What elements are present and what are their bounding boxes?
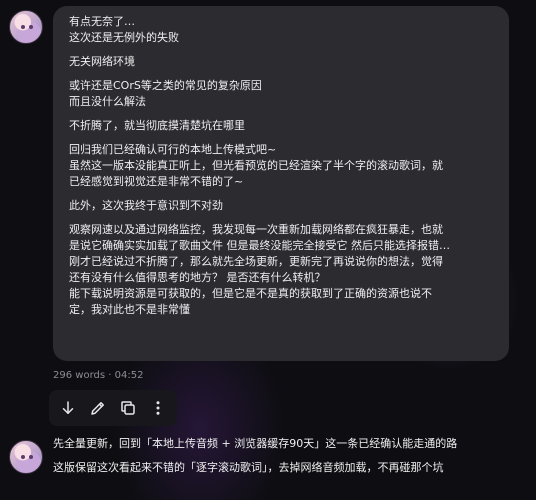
message-line: 定，我对此也不是非常懂 (69, 303, 190, 316)
message-paragraph: 回归我们已经确认可行的本地上传模式吧~ 虽然这一版本没能真正听上，但光看预览的已… (69, 142, 493, 190)
message-line: 能下载说明资源是可获取的，但是它是不是真的获取到了正确的资源也说不 (69, 287, 432, 300)
assistant-reply: 先全量更新，回到「本地上传音频 + 浏览器缓存90天」这一条已经确认能走通的路 … (53, 436, 533, 484)
message-line: 还有没有什么值得思考的地方？ 是否还有什么转机？ (69, 271, 326, 284)
message-line: 已经感觉到视觉还是非常不错的了~ (69, 175, 244, 188)
message-line: 刚才已经说过不折腾了，那么就先全场更新，更新完了再说说你的想法，觉得 (69, 255, 443, 268)
message-line: 这次还是无例外的失败 (69, 31, 179, 44)
copy-icon[interactable] (116, 396, 140, 420)
message-line: 无关网络环境 (69, 55, 135, 68)
message-meta: 296 words · 04:52 (53, 370, 143, 381)
download-icon[interactable] (56, 396, 80, 420)
message-line: 或许还是COrS等之类的常见的复杂原因 (69, 79, 262, 92)
message-paragraph: 观察网速以及通过网络监控，我发现每一次重新加载网络都在疯狂暴走，也就 是说它确确… (69, 222, 493, 318)
message-paragraph: 或许还是COrS等之类的常见的复杂原因 而且没什么解法 (69, 78, 493, 110)
user-avatar (9, 10, 43, 44)
assistant-avatar (9, 440, 43, 474)
message-time: 04:52 (114, 370, 144, 381)
message-line: 回归我们已经确认可行的本地上传模式吧~ (69, 143, 277, 156)
message-line: 虽然这一版本没能真正听上，但光看预览的已经渲染了半个字的滚动歌词，就 (69, 159, 443, 172)
message-line: 此外，这次我终于意识到不对劲 (69, 199, 223, 212)
message-toolbar (49, 390, 177, 426)
message-line: 是说它确确实实加载了歌曲文件 但是最终没能完全接受它 然后只能选择报错… (69, 239, 450, 252)
message-line: 观察网速以及通过网络监控，我发现每一次重新加载网络都在疯狂暴走，也就 (69, 223, 443, 236)
user-message-bubble: 有点无奈了… 这次还是无例外的失败 无关网络环境 或许还是COrS等之类的常见的… (53, 6, 509, 361)
message-paragraph: 无关网络环境 (69, 54, 493, 70)
reply-line: 这版保留这次看起来不错的「逐字滚动歌词」，去掉网络音频加载，不再碰那个坑 (53, 461, 444, 474)
more-vertical-icon[interactable] (146, 396, 170, 420)
edit-icon[interactable] (86, 396, 110, 420)
word-count: 296 words (53, 370, 106, 381)
reply-line: 先全量更新，回到「本地上传音频 + 浏览器缓存90天」这一条已经确认能走通的路 (53, 437, 458, 450)
message-paragraph: 不折腾了，就当彻底摸清楚坑在哪里 (69, 118, 493, 134)
message-line: 不折腾了，就当彻底摸清楚坑在哪里 (69, 119, 245, 132)
message-line: 有点无奈了… (69, 15, 135, 28)
message-paragraph: 有点无奈了… 这次还是无例外的失败 (69, 14, 493, 46)
message-line: 而且没什么解法 (69, 95, 146, 108)
message-paragraph: 此外，这次我终于意识到不对劲 (69, 198, 493, 214)
